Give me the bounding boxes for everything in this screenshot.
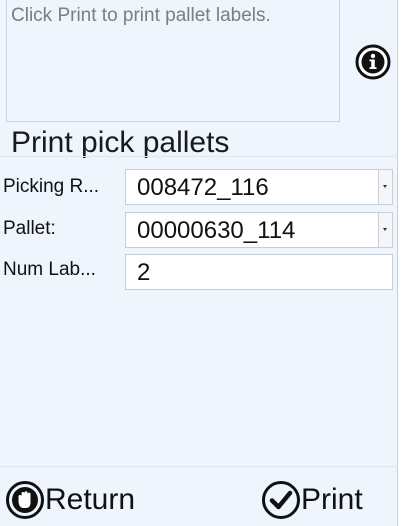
- print-button[interactable]: Print: [261, 478, 363, 522]
- chevron-down-icon: [383, 185, 387, 188]
- picking-run-value: 008472_116: [137, 174, 269, 201]
- section-divider: [0, 156, 398, 157]
- pallet-value: 00000630_114: [137, 217, 296, 244]
- num-labels-label: Num Lab...: [3, 259, 96, 280]
- pallet-select[interactable]: 00000630_114: [125, 212, 393, 248]
- checkmark-circle-icon: [261, 480, 301, 520]
- message-panel: Click Print to print pallet labels.: [6, 0, 340, 122]
- return-button[interactable]: Return: [5, 478, 135, 522]
- picking-run-dropdown-button[interactable]: [378, 170, 392, 204]
- footer-divider: [0, 466, 398, 467]
- app-window: Click Print to print pallet labels. Prin…: [0, 0, 398, 526]
- num-labels-input[interactable]: 2: [125, 254, 393, 290]
- num-labels-value: 2: [137, 259, 151, 286]
- print-label: Print: [301, 483, 363, 516]
- info-icon[interactable]: [355, 44, 391, 80]
- picking-run-label: Picking R...: [3, 176, 100, 197]
- message-text: Click Print to print pallet labels.: [11, 5, 271, 26]
- picking-run-select[interactable]: 008472_116: [125, 169, 393, 205]
- stop-hand-icon: [5, 480, 45, 520]
- return-label: Return: [45, 483, 136, 516]
- pallet-label: Pallet:: [3, 218, 56, 239]
- pallet-dropdown-button[interactable]: [378, 213, 392, 247]
- chevron-down-icon: [383, 228, 387, 231]
- section-title: Print pick pallets: [11, 126, 230, 159]
